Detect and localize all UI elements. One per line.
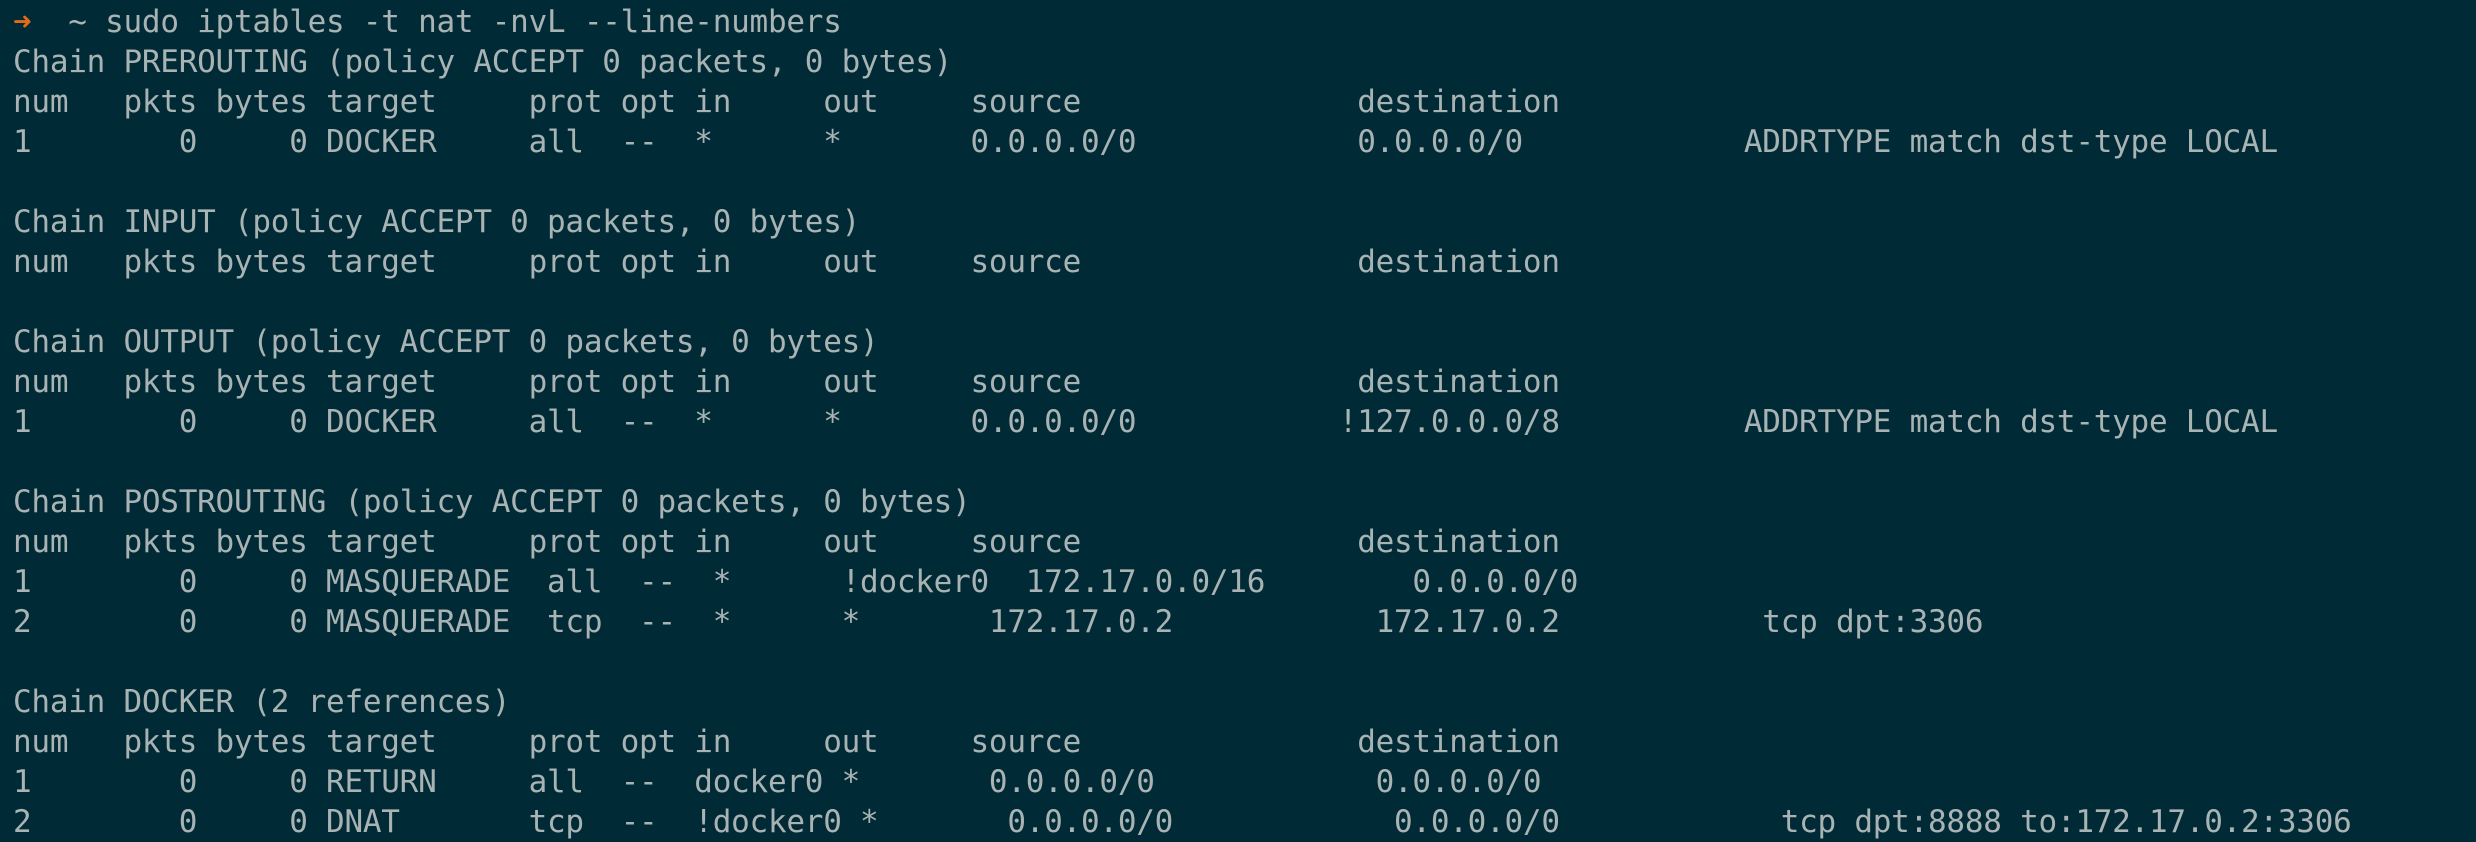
prompt-arrow-icon: ➜ [13,4,32,40]
output-line-column-header: num pkts bytes target prot opt in out so… [13,84,1560,120]
output-line-rule: 1 0 0 DOCKER all -- * * 0.0.0.0/0 !127.0… [13,404,2278,440]
output-line-chain-header: Chain POSTROUTING (policy ACCEPT 0 packe… [13,484,971,520]
terminal-window[interactable]: ➜ ~ sudo iptables -t nat -nvL --line-num… [0,0,2476,842]
output-line-column-header: num pkts bytes target prot opt in out so… [13,244,1560,280]
output-line-rule: 1 0 0 DOCKER all -- * * 0.0.0.0/0 0.0.0.… [13,124,2278,160]
output-line-blank [13,282,2476,322]
output-line-column-header: num pkts bytes target prot opt in out so… [13,524,1560,560]
output-line-blank [13,442,2476,482]
prompt-line: ➜ ~ sudo iptables -t nat -nvL --line-num… [13,2,2476,42]
output-line-column-header: num pkts bytes target prot opt in out so… [13,364,1560,400]
output-line-rule: 2 0 0 MASQUERADE tcp -- * * 172.17.0.2 1… [13,604,1984,640]
output-line-chain-header: Chain PREROUTING (policy ACCEPT 0 packet… [13,44,953,80]
output-line-chain-header: Chain INPUT (policy ACCEPT 0 packets, 0 … [13,204,861,240]
output-line-column-header: num pkts bytes target prot opt in out so… [13,724,1560,760]
output-line-rule: 2 0 0 DNAT tcp -- !docker0 * 0.0.0.0/0 0… [13,804,2352,840]
output-line-blank [13,642,2476,682]
command-text: ~ sudo iptables -t nat -nvL --line-numbe… [31,4,842,40]
output-line-chain-header: Chain OUTPUT (policy ACCEPT 0 packets, 0… [13,324,879,360]
output-line-chain-header: Chain DOCKER (2 references) [13,684,511,720]
output-line-blank [13,162,2476,202]
output-line-rule: 1 0 0 MASQUERADE all -- * !docker0 172.1… [13,564,1579,600]
output-line-rule: 1 0 0 RETURN all -- docker0 * 0.0.0.0/0 … [13,764,1542,800]
